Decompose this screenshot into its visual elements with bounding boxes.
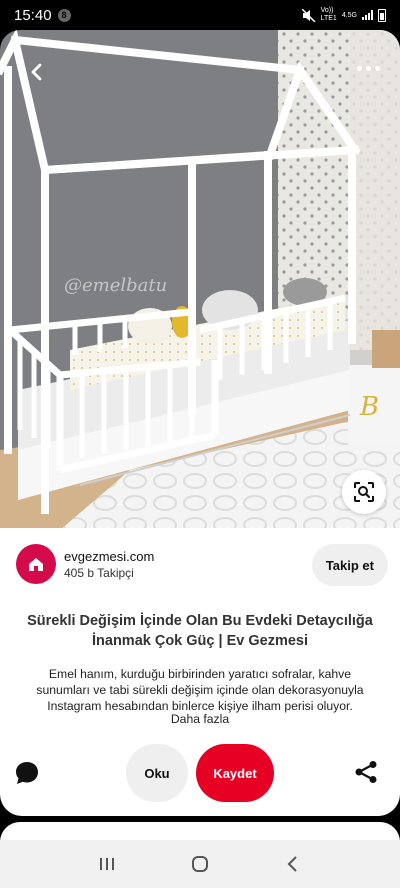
creator-row[interactable]: evgezmesi.com 405 b Takipçi [16,544,154,584]
signal-icon [362,10,373,20]
follower-count: 405 b Takipçi [64,565,134,580]
chevron-left-icon [287,856,298,872]
pin-image[interactable]: B @emelbatu [0,30,400,530]
more-dots-icon [356,65,362,71]
recent-apps-icon [99,858,114,870]
system-back-button[interactable] [273,844,313,884]
more-options-button[interactable] [350,58,386,78]
notification-count-badge: 8 [57,8,71,22]
comment-icon [16,762,38,784]
home-circle-icon [191,856,208,872]
read-more-link[interactable]: Daha fazla [0,712,400,726]
system-nav-bar [0,840,400,888]
pin-details-card: evgezmesi.com 405 b Takipçi Takip et Sür… [0,528,400,816]
battery-icon [378,8,386,22]
image-watermark: @emelbatu [64,275,168,296]
visual-search-button[interactable] [342,470,386,514]
avatar[interactable] [16,544,56,584]
home-button[interactable] [180,844,220,884]
chevron-left-icon [31,63,42,81]
status-time: 15:40 [14,6,52,24]
comment-button[interactable] [14,760,42,788]
creator-name[interactable]: evgezmesi.com [64,549,154,564]
status-indicators: Vo)) LTE1 4.5G [301,7,386,23]
network-label: Vo)) LTE1 [320,7,337,22]
back-button[interactable] [20,55,54,89]
creator-info: evgezmesi.com 405 b Takipçi [64,549,154,580]
status-bar: 15:40 8 Vo)) LTE1 4.5G [0,0,400,30]
save-button[interactable]: Kaydet [196,744,274,802]
svg-text:B: B [359,392,379,422]
house-bed-photo: B [0,30,400,530]
pin-title: Sürekli Değişim İçinde Olan Bu Evdeki De… [27,613,373,649]
pin-description: Emel hanım, kurduğu birbirinden yaratıcı… [36,667,364,713]
network-type: 4.5G [341,11,357,19]
share-icon [355,761,377,783]
home-icon [29,558,43,571]
lens-search-icon [354,482,374,502]
read-button[interactable]: Oku [126,744,188,802]
share-button[interactable] [354,760,380,786]
follow-button[interactable]: Takip et [311,544,388,586]
recent-apps-button[interactable] [87,844,127,884]
mute-icon [301,8,316,22]
